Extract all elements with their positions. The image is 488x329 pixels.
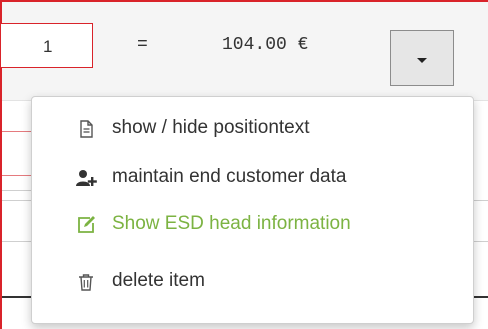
- quantity-value: 1: [43, 37, 53, 56]
- menu-item-label: delete item: [112, 270, 205, 291]
- menu-item-toggle-positiontext[interactable]: show / hide positiontext: [32, 114, 473, 144]
- background-row-line: [2, 131, 32, 132]
- quantity-input[interactable]: 1: [0, 23, 93, 68]
- document-icon: [76, 119, 96, 139]
- menu-item-delete[interactable]: delete item: [32, 267, 473, 297]
- add-user-icon: [76, 168, 97, 188]
- menu-item-maintain-customer-data[interactable]: maintain end customer data: [32, 163, 473, 193]
- background-row-line: [2, 190, 32, 191]
- menu-item-label: show / hide positiontext: [112, 117, 310, 138]
- trash-icon: [76, 272, 96, 292]
- actions-dropdown-menu: show / hide positiontext maintain end cu…: [31, 96, 474, 324]
- menu-item-label: maintain end customer data: [112, 166, 347, 187]
- total-price: 104.00 €: [222, 35, 309, 55]
- menu-item-show-esd-head[interactable]: Show ESD head information: [32, 210, 473, 240]
- row-top-border: [0, 0, 488, 2]
- caret-down-icon: [417, 57, 427, 63]
- edit-icon: [76, 215, 96, 235]
- equals-sign: =: [137, 35, 148, 55]
- actions-dropdown-button[interactable]: [390, 30, 454, 86]
- background-row-line: [2, 175, 32, 176]
- background-field: [2, 200, 32, 242]
- menu-item-label: Show ESD head information: [112, 213, 351, 234]
